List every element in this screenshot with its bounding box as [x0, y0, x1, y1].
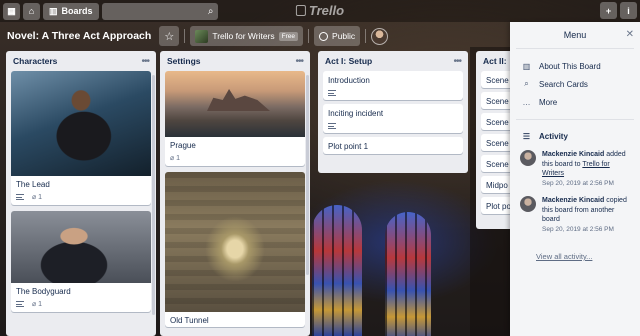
description-icon: [16, 194, 24, 200]
avatar[interactable]: [520, 196, 536, 212]
paperclip-icon: ⌀: [32, 301, 37, 308]
team-name: Trello for Writers: [212, 31, 275, 41]
top-header: ▦ ⌂ ▥ Boards ⌕ Trello + i: [0, 0, 640, 22]
description-icon: [328, 123, 336, 129]
menu-title: Menu: [563, 30, 587, 40]
board-icon: ▥: [49, 5, 58, 16]
search-icon: ⌕: [207, 5, 214, 17]
globe-icon: [319, 31, 329, 41]
stained-glass-window: [312, 205, 362, 336]
list-scrollbar[interactable]: [152, 75, 155, 315]
team-thumbnail: [195, 29, 209, 43]
card-title: The Bodyguard: [16, 287, 71, 296]
list-settings: Settings ••• Prague ⌀ 1 Old Tunnel: [160, 51, 310, 336]
attachment-badge: ⌀ 1: [32, 301, 43, 308]
list-title[interactable]: Act I: Setup: [325, 56, 372, 66]
list-menu-icon[interactable]: •••: [141, 56, 149, 67]
info-button[interactable]: i: [620, 2, 637, 19]
board-menu-panel: Menu ✕ ▥ About This Board ⌕ Search Cards…: [510, 22, 640, 336]
list-title[interactable]: Settings: [167, 56, 201, 66]
activity-entry: Mackenzie Kincaid added this board to Tr…: [510, 146, 640, 192]
card[interactable]: Inciting incident: [323, 104, 463, 133]
activity-heading: ☰ Activity: [510, 126, 640, 146]
trello-logo-icon: [295, 5, 306, 16]
card-title: Prague: [170, 141, 196, 150]
card[interactable]: Old Tunnel: [165, 172, 305, 327]
logo-text: Trello: [308, 3, 345, 18]
home-icon: ⌂: [28, 6, 35, 16]
list-menu-icon[interactable]: •••: [453, 56, 461, 67]
about-board-item[interactable]: ▥ About This Board: [510, 57, 640, 75]
board-header: Novel: A Three Act Approach ☆ Trello for…: [0, 25, 510, 47]
home-button[interactable]: ⌂: [23, 2, 40, 20]
card-title: Inciting incident: [328, 109, 384, 118]
card-cover-image: [165, 172, 305, 312]
card-title: Old Tunnel: [170, 316, 209, 325]
activity-user[interactable]: Mackenzie Kincaid: [542, 197, 604, 204]
paperclip-icon: ⌀: [32, 194, 37, 201]
card-cover-image: [11, 211, 151, 283]
info-icon: i: [627, 5, 630, 16]
stained-glass-window: [385, 212, 431, 336]
boards-button[interactable]: ▥ Boards: [43, 2, 99, 20]
list-menu-icon[interactable]: •••: [295, 56, 303, 67]
description-icon: [16, 301, 24, 307]
search-icon: ⌕: [524, 79, 529, 88]
list-scrollbar[interactable]: [306, 75, 309, 275]
list-characters: Characters ••• The Lead ⌀ 1 The Bodyguar…: [6, 51, 156, 336]
more-icon: …: [522, 97, 531, 107]
card[interactable]: The Bodyguard ⌀ 1: [11, 211, 151, 312]
board-icon: ▥: [522, 61, 531, 71]
member-avatar[interactable]: [371, 27, 389, 45]
list-title[interactable]: Act II:: [483, 56, 507, 66]
card[interactable]: The Lead ⌀ 1: [11, 71, 151, 205]
more-item[interactable]: … More: [510, 93, 640, 111]
card[interactable]: Introduction: [323, 71, 463, 100]
plus-icon: +: [605, 5, 612, 16]
grid-icon: ▦: [7, 5, 16, 16]
description-icon: [328, 90, 336, 96]
card-title: Introduction: [328, 76, 370, 85]
close-icon[interactable]: ✕: [626, 29, 634, 40]
menu-item-label: Search Cards: [539, 79, 588, 89]
avatar[interactable]: [520, 150, 536, 166]
card-title: The Lead: [16, 180, 50, 189]
activity-label: Activity: [539, 131, 568, 141]
attachment-badge: ⌀ 1: [32, 194, 43, 201]
card-title: Plot point 1: [328, 142, 369, 151]
list-act-one: Act I: Setup ••• Introduction Inciting i…: [318, 51, 468, 173]
activity-time[interactable]: Sep 20, 2019 at 2:56 PM: [542, 180, 614, 187]
card[interactable]: Prague ⌀ 1: [165, 71, 305, 166]
star-board-button[interactable]: ☆: [159, 26, 180, 46]
menu-item-label: About This Board: [539, 61, 601, 71]
divider: [184, 29, 186, 43]
paperclip-icon: ⌀: [170, 155, 175, 162]
trello-logo[interactable]: Trello: [295, 3, 345, 18]
search-cards-item[interactable]: ⌕ Search Cards: [510, 75, 640, 93]
view-all-activity-link[interactable]: View all activity...: [510, 238, 640, 275]
card[interactable]: Plot point 1: [323, 137, 463, 154]
activity-user[interactable]: Mackenzie Kincaid: [542, 151, 604, 158]
card-cover-image: [165, 71, 305, 137]
visibility-button[interactable]: Public: [314, 26, 361, 46]
add-button[interactable]: +: [600, 2, 617, 19]
search-input[interactable]: ⌕: [101, 2, 218, 20]
card-cover-image: [11, 71, 151, 176]
attachment-badge: ⌀ 1: [170, 155, 181, 162]
visibility-label: Public: [332, 31, 356, 41]
team-button[interactable]: Trello for Writers Free: [190, 26, 304, 46]
boards-label: Boards: [61, 6, 93, 16]
divider: [365, 29, 367, 43]
board-title[interactable]: Novel: A Three Act Approach: [7, 30, 151, 42]
menu-item-label: More: [539, 97, 558, 107]
activity-icon: ☰: [522, 131, 531, 141]
free-badge: Free: [278, 31, 299, 41]
divider: [308, 29, 310, 43]
star-icon: ☆: [164, 30, 175, 43]
list-title[interactable]: Characters: [13, 56, 57, 66]
activity-time[interactable]: Sep 20, 2019 at 2:56 PM: [542, 226, 614, 233]
apps-button[interactable]: ▦: [3, 2, 20, 20]
activity-entry: Mackenzie Kincaid copied this board from…: [510, 192, 640, 238]
